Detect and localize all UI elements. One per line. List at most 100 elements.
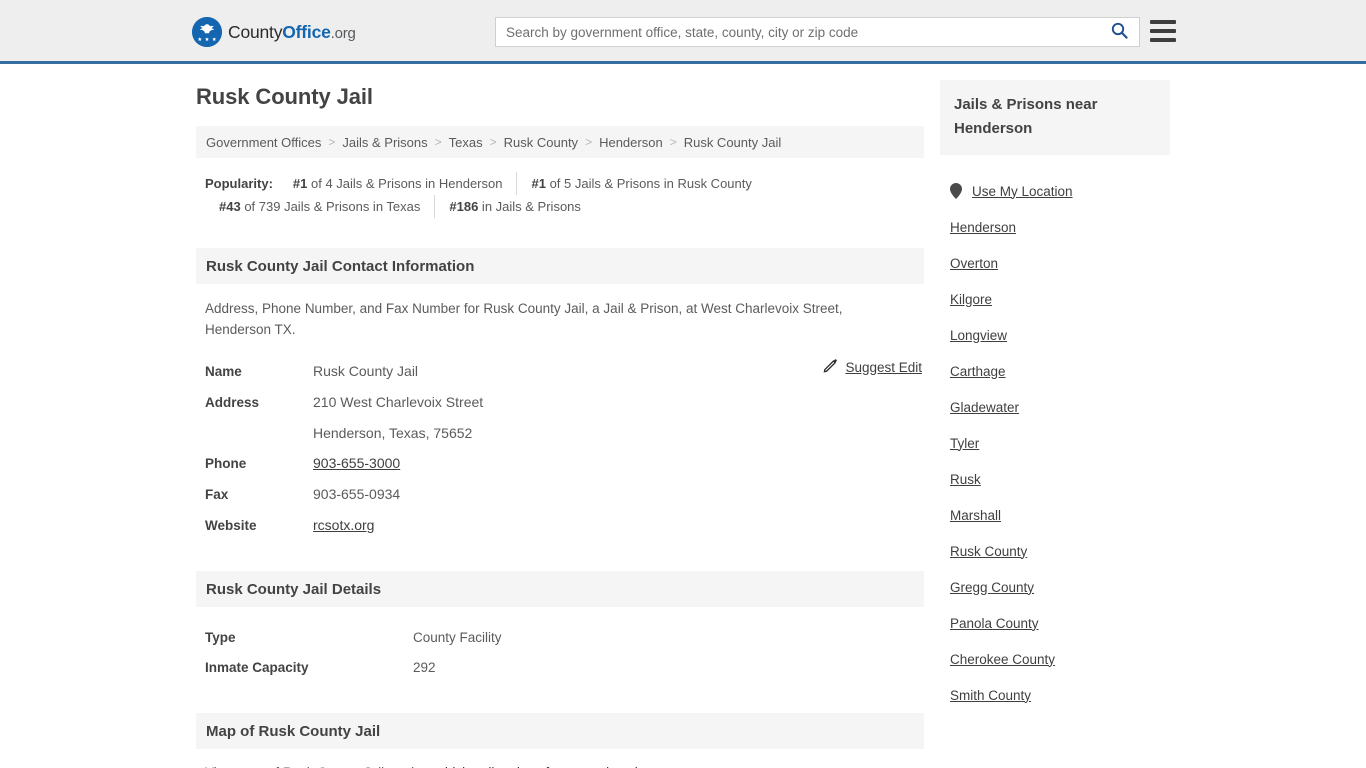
page-title: Rusk County Jail [196,84,373,109]
nearby-link-item[interactable]: Henderson [950,209,1170,245]
popularity-rank-text: of 739 Jails & Prisons in Texas [240,199,421,214]
popularity-rank-number: #1 [292,176,308,191]
popularity-rank-item: #43 of 739 Jails & Prisons in Texas [205,195,434,218]
logo-text-org: .org [330,24,356,42]
contact-info-value: 210 West Charlevoix Street [313,394,484,410]
nearby-link-item[interactable]: Kilgore [950,281,1170,317]
contact-section-title: Rusk County Jail Contact Information [206,257,475,275]
nearby-sidebar-title: Jails & Prisons near Henderson [940,80,1170,155]
contact-info-row: Fax 903-655-0934 [205,479,924,510]
nearby-link-item[interactable]: Panola County [950,605,1170,641]
contact-info-row: Address 210 West Charlevoix Street [205,387,924,418]
breadcrumb: Government Offices > Jails & Prisons > Texas… [196,126,924,158]
search-input[interactable] [496,18,1099,46]
nearby-link-item[interactable]: Longview [950,317,1170,353]
nearby-link-rusk-county[interactable]: Rusk County [950,544,1027,559]
nearby-link-item[interactable]: Overton [950,245,1170,281]
details-value: 292 [413,660,436,675]
nearby-link-cherokee-county[interactable]: Cherokee County [950,652,1055,667]
details-row: Type County Facility [205,623,924,653]
contact-info-row: Phone 903-655-3000 [205,448,924,479]
main-content: Rusk County Jail Government Offices > Jail… [196,84,924,768]
popularity-rank-number: #186 [449,199,479,214]
logo-text-county: County [228,21,283,42]
nearby-link-item[interactable]: Gladewater [950,389,1170,425]
nearby-link-item[interactable]: Smith County [950,677,1170,713]
nearby-link-marshall[interactable]: Marshall [950,508,1001,523]
hamburger-menu-icon[interactable] [1150,20,1176,42]
details-row: Inmate Capacity 292 [205,653,924,683]
details-section-header: Rusk County Jail Details [196,571,924,607]
contact-info-row: Henderson, Texas, 75652 [205,418,924,448]
suggest-edit-button[interactable]: Suggest Edit [823,358,922,376]
use-my-location-link[interactable]: Use My Location [972,184,1073,199]
breadcrumb-item-rusk-county-jail: Rusk County Jail [683,134,782,150]
details-table: Type County Facility Inmate Capacity 292 [196,623,924,683]
nearby-link-item[interactable]: Rusk County [950,533,1170,569]
search-icon [1111,22,1128,42]
popularity-rank-text: of 5 Jails & Prisons in Rusk County [545,176,752,191]
eagle-shield-logo-icon [192,17,222,47]
popularity-rank-text: of 4 Jails & Prisons in Henderson [307,176,503,191]
nearby-link-item[interactable]: Cherokee County [950,641,1170,677]
breadcrumb-item-texas[interactable]: Texas [449,135,483,150]
site-header: CountyOffice.org [0,0,1366,64]
use-my-location-item[interactable]: Use My Location [950,173,1170,209]
contact-info-value[interactable]: rcsotx.org [313,510,374,540]
hamburger-bar [1150,29,1176,33]
nearby-link-overton[interactable]: Overton [950,256,998,271]
edit-pencil-icon [823,358,838,376]
contact-info-row: Name Rusk County Jail [205,356,924,387]
popularity-rank-item: #1 of 4 Jails & Prisons in Henderson [279,172,517,195]
breadcrumb-item-jails-prisons[interactable]: Jails & Prisons [342,135,427,150]
contact-info-label: Phone [205,456,247,471]
nearby-link-gregg-county[interactable]: Gregg County [950,580,1034,595]
nearby-link-longview[interactable]: Longview [950,328,1007,343]
breadcrumb-item-henderson[interactable]: Henderson [599,135,663,150]
contact-info-link[interactable]: 903-655-3000 [313,455,400,471]
nearby-link-item[interactable]: Gregg County [950,569,1170,605]
map-section-header: Map of Rusk County Jail [196,713,924,749]
popularity-ranks: Popularity: #1 of 4 Jails & Prisons in He… [196,172,924,218]
nearby-link-item[interactable]: Rusk [950,461,1170,497]
contact-info-link[interactable]: rcsotx.org [313,517,374,533]
nearby-link-kilgore[interactable]: Kilgore [950,292,992,307]
contact-info-label: Name [205,364,242,379]
search-bar[interactable] [495,17,1140,47]
nearby-link-henderson[interactable]: Henderson [950,220,1016,235]
breadcrumb-separator: > [328,135,336,149]
nearby-link-gladewater[interactable]: Gladewater [950,400,1019,415]
breadcrumb-separator: > [669,135,677,149]
details-value: County Facility [413,630,502,645]
breadcrumb-item-government-offices[interactable]: Government Offices [206,135,321,150]
logo-text-office: Office [282,21,331,42]
nearby-link-item[interactable]: Carthage [950,353,1170,389]
map-pin-icon [950,183,962,199]
contact-description: Address, Phone Number, and Fax Number fo… [205,301,843,337]
contact-info-row: Website rcsotx.org [205,510,924,541]
popularity-rank-item: #1 of 5 Jails & Prisons in Rusk County [516,172,765,195]
nearby-link-panola-county[interactable]: Panola County [950,616,1039,631]
breadcrumb-separator: > [489,135,497,149]
details-label: Inmate Capacity [205,660,309,675]
search-button[interactable] [1099,18,1139,46]
popularity-rank-text: in Jails & Prisons [478,199,581,214]
nearby-link-carthage[interactable]: Carthage [950,364,1006,379]
hamburger-bar [1150,20,1176,24]
site-logo[interactable]: CountyOffice.org [192,17,356,47]
contact-info-value: Henderson, Texas, 75652 [313,425,473,441]
nearby-link-tyler[interactable]: Tyler [950,436,979,451]
contact-info-table: Suggest Edit Name Rusk County Jail Address… [196,356,924,541]
nearby-sidebar: Jails & Prisons near Henderson Use My Lo… [940,80,1170,713]
nearby-link-smith-county[interactable]: Smith County [950,688,1031,703]
contact-info-label: Address [205,395,260,410]
contact-info-value: 903-655-0934 [313,486,401,502]
popularity-label: Popularity: [205,176,273,191]
nearby-link-item[interactable]: Tyler [950,425,1170,461]
contact-info-value[interactable]: 903-655-3000 [313,448,400,478]
nearby-links-list: Use My Location Henderson Overton Kilgore L… [940,173,1170,713]
breadcrumb-separator: > [434,135,442,149]
nearby-link-item[interactable]: Marshall [950,497,1170,533]
nearby-link-rusk[interactable]: Rusk [950,472,981,487]
breadcrumb-item-rusk-county[interactable]: Rusk County [504,135,578,150]
